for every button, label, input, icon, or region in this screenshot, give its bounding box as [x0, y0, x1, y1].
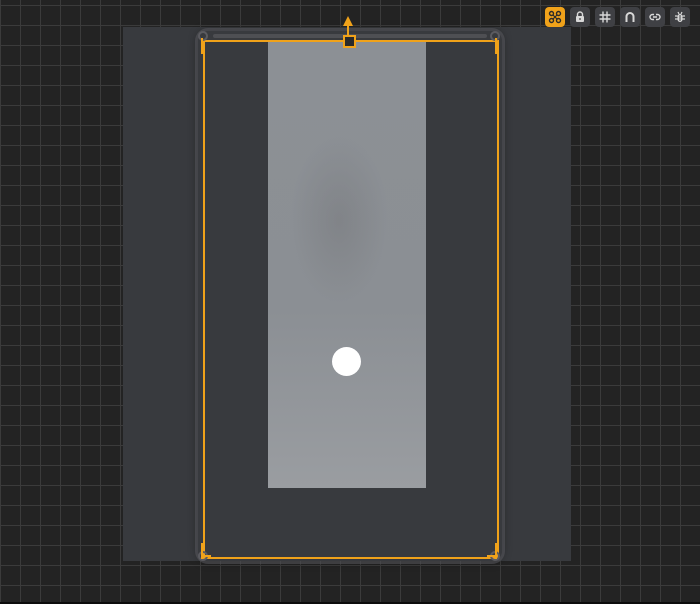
grid-icon: [599, 11, 611, 23]
lock-button[interactable]: [570, 7, 590, 27]
link-icon: [649, 13, 661, 21]
toolbar: [545, 7, 690, 27]
anchor-point[interactable]: [332, 347, 361, 376]
selection-frame[interactable]: [203, 40, 499, 559]
link-button[interactable]: [645, 7, 665, 27]
corner-handle-top-left[interactable]: [198, 31, 208, 41]
lock-icon: [576, 11, 584, 22]
corner-tick: [201, 555, 211, 557]
transform-handles-icon: [548, 10, 562, 24]
magnet-icon: [625, 12, 635, 22]
snap-magnet-button[interactable]: [620, 7, 640, 27]
bug-icon: [675, 11, 685, 22]
corner-tick: [495, 38, 497, 54]
transform-toggle-button[interactable]: [545, 7, 565, 27]
rotate-arrow-icon[interactable]: [343, 16, 353, 26]
debug-button[interactable]: [670, 7, 690, 27]
corner-tick: [487, 555, 497, 557]
grid-button[interactable]: [595, 7, 615, 27]
rotate-handle[interactable]: [343, 35, 356, 48]
corner-tick: [201, 38, 203, 54]
